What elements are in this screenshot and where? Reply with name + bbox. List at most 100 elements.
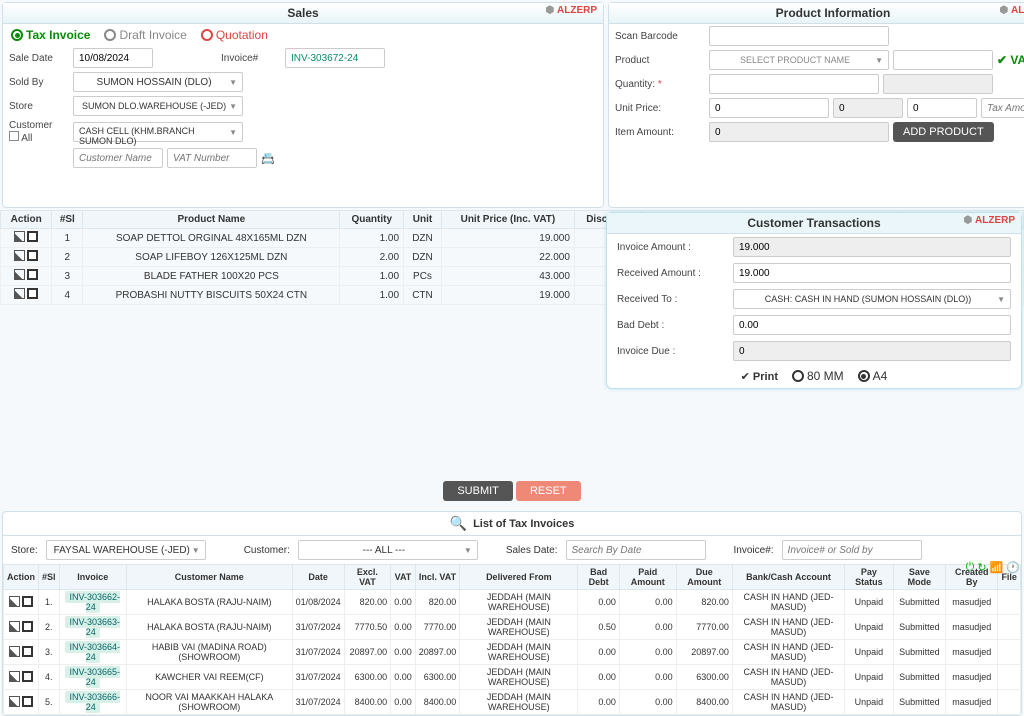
col-header: Incl. VAT — [415, 565, 460, 590]
col-header: VAT — [391, 565, 416, 590]
search-icon[interactable]: 🔍 — [450, 515, 467, 532]
tab-quotation[interactable]: Quotation — [201, 28, 268, 42]
radio-80mm[interactable]: 80 MM — [792, 369, 844, 383]
vat-checkbox[interactable]: ✔ VAT — [997, 53, 1024, 67]
col-header: Pay Status — [845, 565, 894, 590]
delete-icon[interactable] — [27, 250, 38, 261]
list-store-label: Store: — [11, 545, 38, 556]
item-amount-label: Item Amount: — [615, 127, 705, 138]
customer-name-input[interactable] — [73, 148, 163, 168]
received-amount-input[interactable] — [733, 263, 1011, 283]
product-label: Product — [615, 55, 705, 66]
edit-icon[interactable] — [9, 621, 20, 632]
store-select[interactable]: SUMON DLO.WAREHOUSE (-JED)▼ — [73, 96, 243, 116]
list-invoiceno-input[interactable] — [782, 540, 922, 560]
table-row: 1.INV-303662-24HALAKA BOSTA (RAJU-NAIM)0… — [4, 590, 1021, 615]
item-amount-value — [709, 122, 889, 142]
quantity-label: Quantity: * — [615, 79, 705, 90]
unit-price-3[interactable] — [907, 98, 977, 118]
unit-price-ro1 — [833, 98, 903, 118]
cust-trans-header: Customer Transactions⬢ ALZERP — [607, 213, 1021, 234]
col-header: Customer Name — [127, 565, 293, 590]
scan-barcode-input[interactable] — [709, 26, 889, 46]
delete-icon[interactable] — [22, 696, 33, 707]
tab-draft-invoice[interactable]: Draft Invoice — [104, 28, 186, 42]
sold-by-select[interactable]: SUMON HOSSAIN (DLO)▼ — [73, 72, 243, 92]
col-header: Bank/Cash Account — [732, 565, 844, 590]
edit-icon[interactable] — [9, 596, 20, 607]
col-header: Excl. VAT — [344, 565, 391, 590]
table-row: 2.INV-303663-24HALAKA BOSTA (RAJU-NAIM)3… — [4, 615, 1021, 640]
edit-icon[interactable] — [9, 696, 20, 707]
radio-a4[interactable]: A4 — [858, 369, 888, 383]
invoice-list-table: Action#SlInvoiceCustomer NameDateExcl. V… — [3, 564, 1021, 715]
delete-icon[interactable] — [22, 646, 33, 657]
reset-button[interactable]: RESET — [516, 481, 581, 501]
clock-icon[interactable]: 🕐 — [1006, 561, 1020, 574]
sold-by-label: Sold By — [9, 77, 69, 88]
tax-amount-input[interactable] — [981, 98, 1024, 118]
list-customer-select[interactable]: --- ALL ---▼ — [298, 540, 478, 560]
col-header: Paid Amount — [619, 565, 676, 590]
col-header: Product Name — [83, 211, 340, 229]
product-code-input[interactable] — [893, 50, 993, 70]
invoice-link[interactable]: INV-303664-24 — [65, 641, 120, 663]
sales-header: Sales⬢ ALZERP — [3, 3, 603, 24]
delete-icon[interactable] — [22, 671, 33, 682]
unit-price-input[interactable] — [709, 98, 829, 118]
store-label: Store — [9, 101, 69, 112]
invoice-due-value — [733, 341, 1011, 361]
add-customer-icon[interactable]: 📇 — [261, 152, 275, 165]
invoice-no-input[interactable] — [285, 48, 385, 68]
wifi-icon[interactable]: 📶 — [990, 561, 1004, 574]
table-row: 4.INV-303665-24KAWCHER VAI REEM(CF)31/07… — [4, 665, 1021, 690]
print-checkbox[interactable]: ✔ Print — [741, 370, 778, 383]
edit-icon[interactable] — [14, 269, 25, 280]
quantity-input[interactable] — [709, 74, 879, 94]
list-store-select[interactable]: FAYSAL WAREHOUSE (-JED)▼ — [46, 540, 206, 560]
received-to-select[interactable]: CASH: CASH IN HAND (SUMON HOSSAIN (DLO))… — [733, 289, 1011, 309]
invoice-link[interactable]: INV-303665-24 — [65, 666, 120, 688]
delete-icon[interactable] — [27, 269, 38, 280]
quantity-unit — [883, 74, 993, 94]
add-product-button[interactable]: ADD PRODUCT — [893, 122, 994, 142]
invoice-amount-value — [733, 237, 1011, 257]
col-header: Bad Debt — [578, 565, 620, 590]
customer-label: Customer All — [9, 120, 69, 144]
invoice-amount-label: Invoice Amount : — [617, 242, 727, 253]
customer-select[interactable]: CASH CELL (KHM.BRANCH SUMON DLO)▼ — [73, 122, 243, 142]
invoice-link[interactable]: INV-303663-24 — [65, 616, 120, 638]
delete-icon[interactable] — [22, 621, 33, 632]
edit-icon[interactable] — [14, 231, 25, 242]
table-row: 5.INV-303666-24NOOR VAI MAAKKAH HALAKA (… — [4, 690, 1021, 715]
power-icon[interactable]: ⏻ — [966, 561, 975, 574]
submit-button[interactable]: SUBMIT — [443, 481, 513, 501]
all-checkbox[interactable] — [9, 131, 19, 141]
invoice-link[interactable]: INV-303662-24 — [65, 591, 120, 613]
col-header: #Sl — [39, 565, 60, 590]
edit-icon[interactable] — [9, 671, 20, 682]
product-select[interactable]: SELECT PRODUCT NAME▼ — [709, 50, 889, 70]
table-row: 3.INV-303664-24HABIB VAI (MADINA ROAD) (… — [4, 640, 1021, 665]
edit-icon[interactable] — [14, 288, 25, 299]
edit-icon[interactable] — [9, 646, 20, 657]
col-header: Invoice — [59, 565, 126, 590]
col-header: Unit Price (Inc. VAT) — [441, 211, 574, 229]
invoice-no-label: Invoice# — [221, 53, 281, 64]
edit-icon[interactable] — [14, 250, 25, 261]
invoice-due-label: Invoice Due : — [617, 346, 727, 357]
list-salesdate-label: Sales Date: — [506, 545, 558, 556]
delete-icon[interactable] — [27, 288, 38, 299]
delete-icon[interactable] — [22, 596, 33, 607]
delete-icon[interactable] — [27, 231, 38, 242]
bad-debt-input[interactable] — [733, 315, 1011, 335]
invoice-link[interactable]: INV-303666-24 — [65, 691, 120, 713]
tab-tax-invoice[interactable]: Tax Invoice — [11, 28, 90, 42]
vat-number-input[interactable] — [167, 148, 257, 168]
list-salesdate-input[interactable] — [566, 540, 706, 560]
sync-icon[interactable]: ↻ — [977, 561, 986, 574]
product-info-header: Product Information⬢ ALZERP — [609, 3, 1024, 24]
col-header: Action — [4, 565, 39, 590]
logo-icon: ⬢ ALZERP — [545, 5, 597, 16]
sale-date-input[interactable] — [73, 48, 153, 68]
